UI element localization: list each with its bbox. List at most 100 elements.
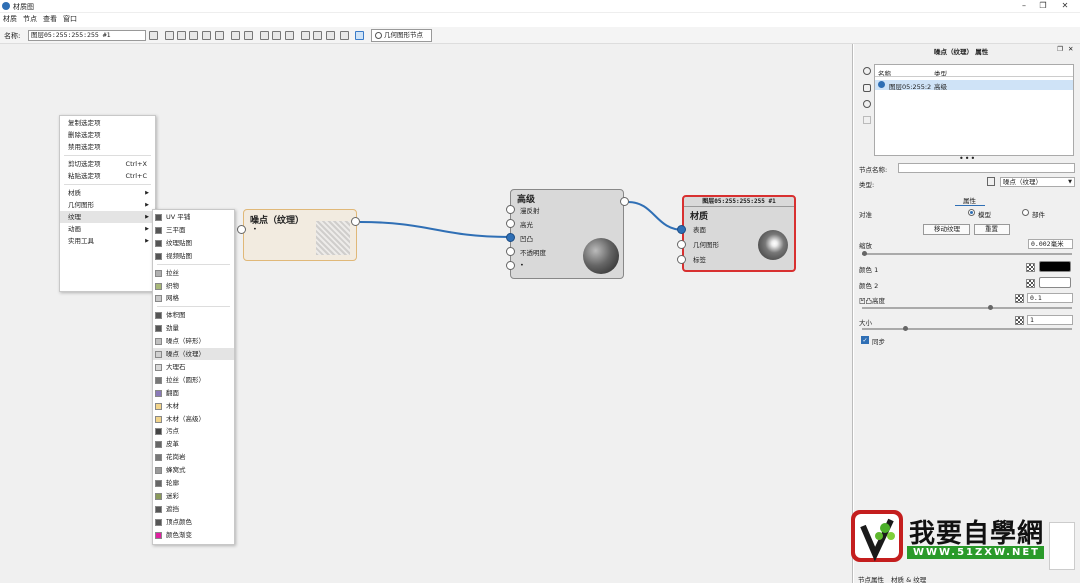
texture-item[interactable]: 木材 [153,400,234,412]
target-icon[interactable] [189,31,198,40]
node-add-icon[interactable] [260,31,269,40]
color1-texture-icon[interactable] [1026,263,1035,272]
layout-icon[interactable] [301,31,310,40]
menu-item-utilities[interactable]: 实用工具 ▶ [60,235,155,247]
list-row-selected[interactable]: 图层05:255:2 高级 [875,80,1073,91]
texture-item[interactable]: 纹理贴图 [153,237,234,249]
link-icon[interactable] [863,84,871,92]
props-tab[interactable]: 属性 [963,195,976,205]
material-output-node[interactable]: 图层05:255:255:255 #1 材质 表面 几何图形 标签 [682,195,796,272]
texture-item[interactable]: 三平面 [153,224,234,236]
advanced-material-node[interactable]: 高级 漫反射 高光 凹凸 不透明度 • [510,189,624,279]
texture-item[interactable]: 翻面 [153,387,234,399]
node-link-icon[interactable] [272,31,281,40]
reset-button[interactable]: 重置 [974,224,1010,235]
menu-node[interactable]: 节点 [20,13,40,25]
noise-output-port[interactable] [351,217,360,226]
duplicate-icon[interactable] [863,100,871,108]
menu-item-animation[interactable]: 动画 ▶ [60,223,155,235]
texture-item[interactable]: UV 平铺 [153,211,234,223]
zoom-fit-icon[interactable] [326,31,335,40]
type-delete-icon[interactable] [987,177,995,186]
bump-slider[interactable] [862,305,1072,310]
size-input[interactable]: 1 [1027,315,1073,325]
menu-item-texture[interactable]: 纹理 ▶ [60,211,155,223]
menu-material[interactable]: 材质 [0,13,20,25]
trash-icon[interactable] [863,116,871,124]
menu-item-disable[interactable]: 禁用选定项 [60,141,155,153]
menu-item-copy[interactable]: 复制选定项 [60,117,155,129]
zoom-in-icon[interactable] [313,31,322,40]
panel-close-icon[interactable]: ✕ [1068,45,1073,53]
texture-item[interactable]: 轮廓 [153,477,234,489]
extra-input-port[interactable] [506,261,515,270]
node-canvas[interactable]: 噪点（纹理） • 高级 漫反射 高光 凹凸 不透明度 • 图层05:255:25… [0,44,853,583]
panel-float-icon[interactable]: ❐ [1057,45,1063,53]
menu-window[interactable]: 窗口 [60,13,80,25]
texture-item[interactable]: 劲量 [153,322,234,334]
texture-item[interactable]: 拉丝（圆形） [153,374,234,386]
delete-icon[interactable] [244,31,253,40]
geometry-input-port[interactable] [677,240,686,249]
menu-item-cut[interactable]: 剪切选定项 Ctrl+X [60,158,155,170]
settings-icon[interactable] [202,31,211,40]
tag-input-port[interactable] [677,255,686,264]
type-dropdown[interactable]: 噪点（纹理） ▼ [1000,177,1075,187]
color2-swatch[interactable] [1039,277,1071,288]
minimize-icon[interactable]: – [1014,0,1034,13]
color1-swatch[interactable] [1039,261,1071,272]
diffuse-input-port[interactable] [506,205,515,214]
texture-item[interactable]: 拉丝 [153,267,234,279]
scale-input[interactable]: 0.002毫米 [1028,239,1073,249]
checker-icon[interactable] [177,31,186,40]
splitter-handle[interactable]: ••• [959,154,976,163]
noise-input-port[interactable] [237,225,246,234]
move-texture-button[interactable]: 移动纹理 [923,224,970,235]
connect-icon[interactable] [355,31,364,40]
sync-checkbox[interactable]: ✓ [861,336,869,344]
texture-item[interactable]: 网格 [153,292,234,304]
texture-item[interactable]: 噪点（碎形） [153,335,234,347]
texture-item[interactable]: 花岗岩 [153,451,234,463]
surface-input-port[interactable] [677,225,686,234]
menu-item-paste[interactable]: 粘贴选定项 Ctrl+C [60,170,155,182]
menu-item-material[interactable]: 材质 ▶ [60,187,155,199]
texture-item[interactable]: 蜂窝式 [153,464,234,476]
node-name-input[interactable] [898,163,1075,173]
maximize-icon[interactable]: ❐ [1033,0,1053,13]
size-texture-icon[interactable] [1015,316,1024,325]
scale-slider[interactable] [862,251,1072,256]
bump-input[interactable]: 0.1 [1027,293,1073,303]
texture-item[interactable]: 体积图 [153,309,234,321]
texture-item[interactable]: 遮挡 [153,503,234,515]
texture-item[interactable]: 皮革 [153,438,234,450]
color2-texture-icon[interactable] [1026,279,1035,288]
advanced-output-port[interactable] [620,197,629,206]
menu-item-delete[interactable]: 删除选定项 [60,129,155,141]
node-group-icon[interactable] [285,31,294,40]
texture-item[interactable]: 视频贴图 [153,250,234,262]
texture-item[interactable]: 污点 [153,425,234,437]
copy-icon[interactable] [231,31,240,40]
target-model-radio[interactable] [968,209,975,216]
add-material-icon[interactable] [863,67,871,75]
warning-icon[interactable] [215,31,224,40]
menu-item-geometry[interactable]: 几何图形 ▶ [60,199,155,211]
texture-item[interactable]: 颜色渐变 [153,529,234,541]
sphere-preview-icon[interactable] [165,31,174,40]
texture-item[interactable]: 木材（高级） [153,413,234,425]
material-list[interactable]: 名称 类型 图层05:255:2 高级 [874,64,1074,156]
texture-item[interactable]: 大理石 [153,361,234,373]
texture-item[interactable]: 织物 [153,280,234,292]
menu-view[interactable]: 查看 [40,13,60,25]
target-part-radio[interactable] [1022,209,1029,216]
name-input[interactable]: 图层05:255:255:255 #1 [28,30,146,41]
bump-input-port[interactable] [506,233,515,242]
texture-item[interactable]: 顶点颜色 [153,516,234,528]
noise-texture-node[interactable]: 噪点（纹理） • [243,209,357,261]
texture-item[interactable]: 迷彩 [153,490,234,502]
save-icon[interactable] [149,31,158,40]
texture-item[interactable]: 噪点（纹理） [153,348,234,360]
size-slider[interactable] [862,326,1072,331]
bump-texture-icon[interactable] [1015,294,1024,303]
